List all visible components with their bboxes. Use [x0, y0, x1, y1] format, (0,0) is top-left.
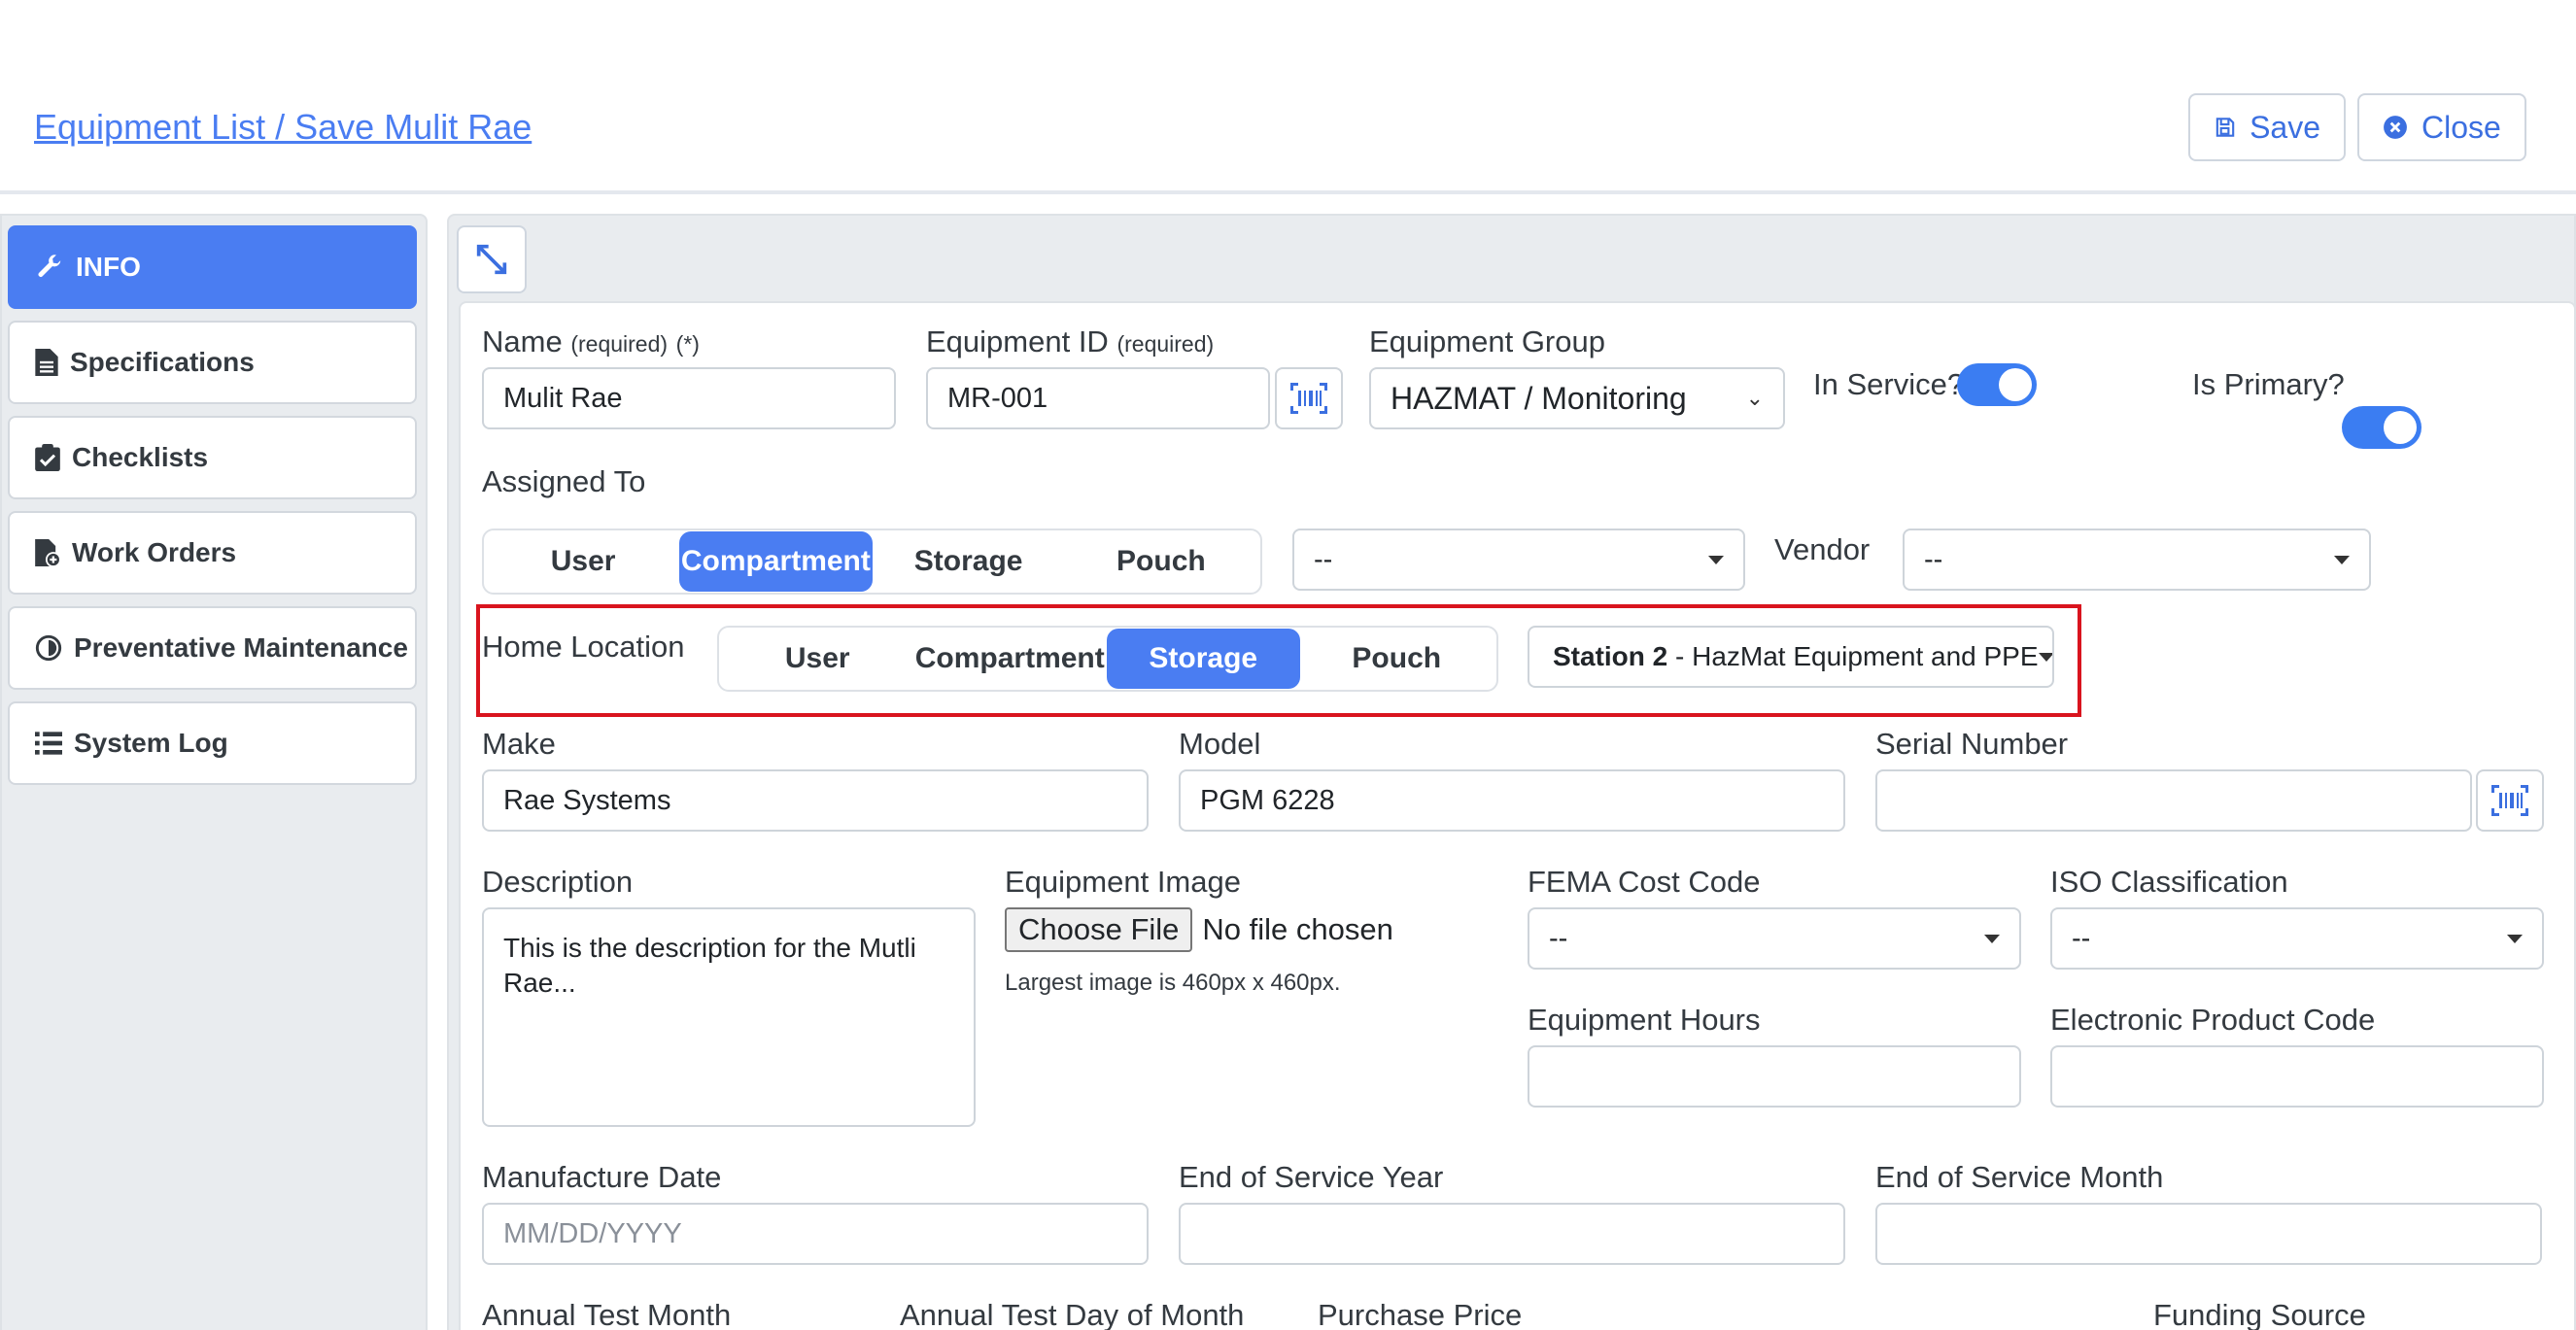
home-location-user[interactable]: User — [722, 629, 913, 689]
breadcrumb[interactable]: Equipment List / Save Mulit Rae — [34, 107, 532, 148]
chevron-down-icon: ⌄ — [1745, 386, 1764, 410]
equipment-hours-input[interactable] — [1528, 1045, 2021, 1108]
circle-half-icon — [35, 634, 62, 662]
end-of-service-year-input[interactable] — [1179, 1203, 1845, 1265]
assigned-to-pouch[interactable]: Pouch — [1065, 531, 1257, 592]
close-button[interactable]: Close — [2357, 93, 2526, 161]
barcode-icon — [2491, 785, 2528, 816]
sidebar-item-checklists[interactable]: Checklists — [8, 416, 417, 499]
assigned-to-user[interactable]: User — [487, 531, 679, 592]
assigned-to-select[interactable]: -- — [1292, 529, 1745, 591]
serial-number-input[interactable] — [1875, 769, 2472, 832]
caret-down-icon — [2507, 934, 2523, 943]
wrench-icon — [38, 255, 61, 277]
vendor-select[interactable]: -- — [1903, 529, 2371, 591]
funding-source-label: Funding Source — [2153, 1298, 2366, 1330]
sidebar-item-system-log[interactable]: System Log — [8, 701, 417, 785]
purchase-price-label: Purchase Price — [1318, 1298, 1523, 1330]
caret-down-icon — [2038, 652, 2052, 662]
make-label: Make — [482, 727, 556, 761]
annual-test-month-label: Annual Test Month — [482, 1298, 732, 1330]
sidebar-item-preventative-maintenance[interactable]: Preventative Maintenance — [8, 606, 417, 690]
equipment-id-input[interactable]: MR-001 — [926, 367, 1270, 429]
equipment-id-label: Equipment ID (required) — [926, 324, 1215, 358]
clipboard-check-icon — [35, 444, 60, 471]
home-location-pouch[interactable]: Pouch — [1300, 629, 1494, 689]
assigned-to-storage[interactable]: Storage — [873, 531, 1065, 592]
sidebar-item-specifications[interactable]: Specifications — [8, 321, 417, 404]
expand-arrows-icon — [476, 244, 507, 275]
sidebar-item-label: System Log — [74, 728, 228, 758]
equipment-group-label: Equipment Group — [1369, 324, 1605, 358]
caret-down-icon — [2334, 555, 2350, 564]
home-location-select[interactable]: Station 2 - HazMat Equipment and PPE — [1528, 626, 2054, 688]
barcode-icon — [1290, 383, 1327, 414]
is-primary-label: Is Primary? — [2192, 367, 2345, 401]
sidebar-item-label: Specifications — [70, 347, 255, 377]
in-service-toggle[interactable] — [1957, 363, 2037, 406]
make-input[interactable]: Rae Systems — [482, 769, 1149, 832]
description-label: Description — [482, 865, 634, 899]
model-input[interactable]: PGM 6228 — [1179, 769, 1845, 832]
caret-down-icon — [1708, 555, 1724, 564]
sidebar-item-label: INFO — [76, 252, 141, 282]
header-divider — [0, 190, 2576, 194]
image-size-hint: Largest image is 460px x 460px. — [1005, 970, 1341, 996]
close-circle-icon — [2384, 116, 2407, 139]
home-location-segmented: User Compartment Storage Pouch — [717, 626, 1498, 692]
sidebar-item-work-orders[interactable]: Work Orders — [8, 511, 417, 595]
serial-number-scan-button[interactable] — [2476, 769, 2544, 832]
home-location-label: Home Location — [482, 630, 685, 664]
save-button[interactable]: Save — [2188, 93, 2346, 161]
equipment-id-scan-button[interactable] — [1275, 367, 1343, 429]
name-input[interactable]: Mulit Rae — [482, 367, 896, 429]
vendor-label: Vendor — [1774, 532, 1871, 566]
electronic-product-code-input[interactable] — [2050, 1045, 2544, 1108]
equipment-image-file-input: Choose File No file chosen — [1005, 907, 1393, 952]
equipment-image-label: Equipment Image — [1005, 865, 1241, 899]
fema-cost-code-label: FEMA Cost Code — [1528, 865, 1761, 899]
manufacture-date-input[interactable]: MM/DD/YYYY — [482, 1203, 1149, 1265]
file-status: No file chosen — [1202, 912, 1393, 946]
sidebar-item-label: Checklists — [72, 442, 209, 472]
end-of-service-year-label: End of Service Year — [1179, 1160, 1444, 1194]
choose-file-button[interactable]: Choose File — [1005, 907, 1193, 952]
floppy-disk-icon — [2215, 118, 2235, 137]
iso-classification-select[interactable]: -- — [2050, 907, 2544, 970]
assigned-to-label: Assigned To — [482, 464, 646, 498]
sidebar-item-label: Work Orders — [72, 537, 237, 567]
equipment-hours-label: Equipment Hours — [1528, 1003, 1761, 1037]
fema-cost-code-select[interactable]: -- — [1528, 907, 2021, 970]
manufacture-date-label: Manufacture Date — [482, 1160, 722, 1194]
name-label: Name (required) (*) — [482, 324, 700, 358]
home-location-compartment[interactable]: Compartment — [913, 629, 1108, 689]
electronic-product-code-label: Electronic Product Code — [2050, 1003, 2376, 1037]
sidebar-item-label: Preventative Maintenance — [74, 632, 408, 663]
file-icon — [35, 349, 58, 376]
model-label: Model — [1179, 727, 1261, 761]
in-service-label: In Service? — [1813, 367, 1965, 401]
is-primary-toggle[interactable] — [2342, 406, 2421, 449]
assigned-to-segmented: User Compartment Storage Pouch — [482, 529, 1262, 595]
expand-button[interactable] — [457, 225, 527, 293]
sidebar-item-info[interactable]: INFO — [8, 225, 417, 309]
end-of-service-month-input[interactable] — [1875, 1203, 2542, 1265]
file-plus-icon — [35, 539, 60, 566]
caret-down-icon — [1984, 934, 2000, 943]
equipment-group-select[interactable]: HAZMAT / Monitoring ⌄ — [1369, 367, 1785, 429]
close-label: Close — [2421, 109, 2501, 145]
end-of-service-month-label: End of Service Month — [1875, 1160, 2164, 1194]
annual-test-day-label: Annual Test Day of Month — [900, 1298, 1245, 1330]
assigned-to-compartment[interactable]: Compartment — [679, 531, 873, 592]
description-textarea[interactable]: This is the description for the Mutli Ra… — [482, 907, 976, 1127]
serial-number-label: Serial Number — [1875, 727, 2069, 761]
save-label: Save — [2250, 109, 2320, 145]
home-location-storage[interactable]: Storage — [1107, 629, 1300, 689]
list-icon — [35, 732, 62, 755]
iso-classification-label: ISO Classification — [2050, 865, 2288, 899]
